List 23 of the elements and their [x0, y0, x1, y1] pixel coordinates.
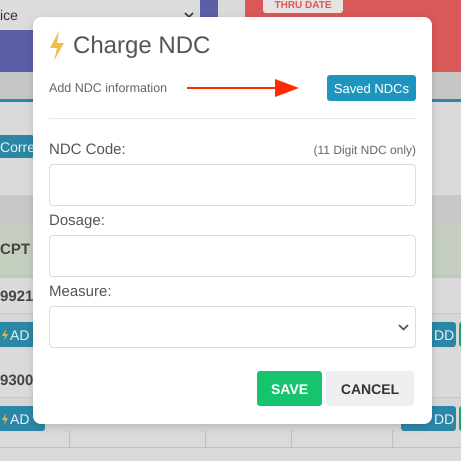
lightning-icon: [49, 31, 65, 61]
arrow-icon: [187, 77, 302, 99]
status-badge: THRU DATE: [263, 0, 343, 13]
table-cell: 9300: [0, 372, 34, 389]
field-label: Measure:: [49, 283, 112, 300]
action-button[interactable]: Corre: [0, 135, 34, 158]
field-label: NDC Code:: [49, 141, 126, 158]
chevron-icon: [398, 324, 409, 330]
dialog-title: Charge NDC: [73, 32, 210, 60]
lightning-icon: [2, 412, 8, 424]
input-field[interactable]: [49, 164, 416, 206]
table-cell: 9921: [0, 288, 34, 305]
dialog-subtitle: Add NDC information: [49, 81, 168, 95]
select-field[interactable]: [49, 306, 416, 348]
cancel-button[interactable]: CANCEL: [326, 371, 414, 406]
field-label: Dosage:: [49, 212, 105, 229]
save-button[interactable]: SAVE: [257, 371, 322, 406]
lightning-icon: [2, 328, 8, 340]
field-hint: (11 Digit NDC only): [314, 143, 416, 157]
chevron-icon: [184, 12, 194, 18]
saved-ndcs-button[interactable]: Saved NDCs: [326, 75, 416, 101]
column-header: CPT: [0, 241, 30, 258]
input-field[interactable]: [49, 235, 416, 277]
